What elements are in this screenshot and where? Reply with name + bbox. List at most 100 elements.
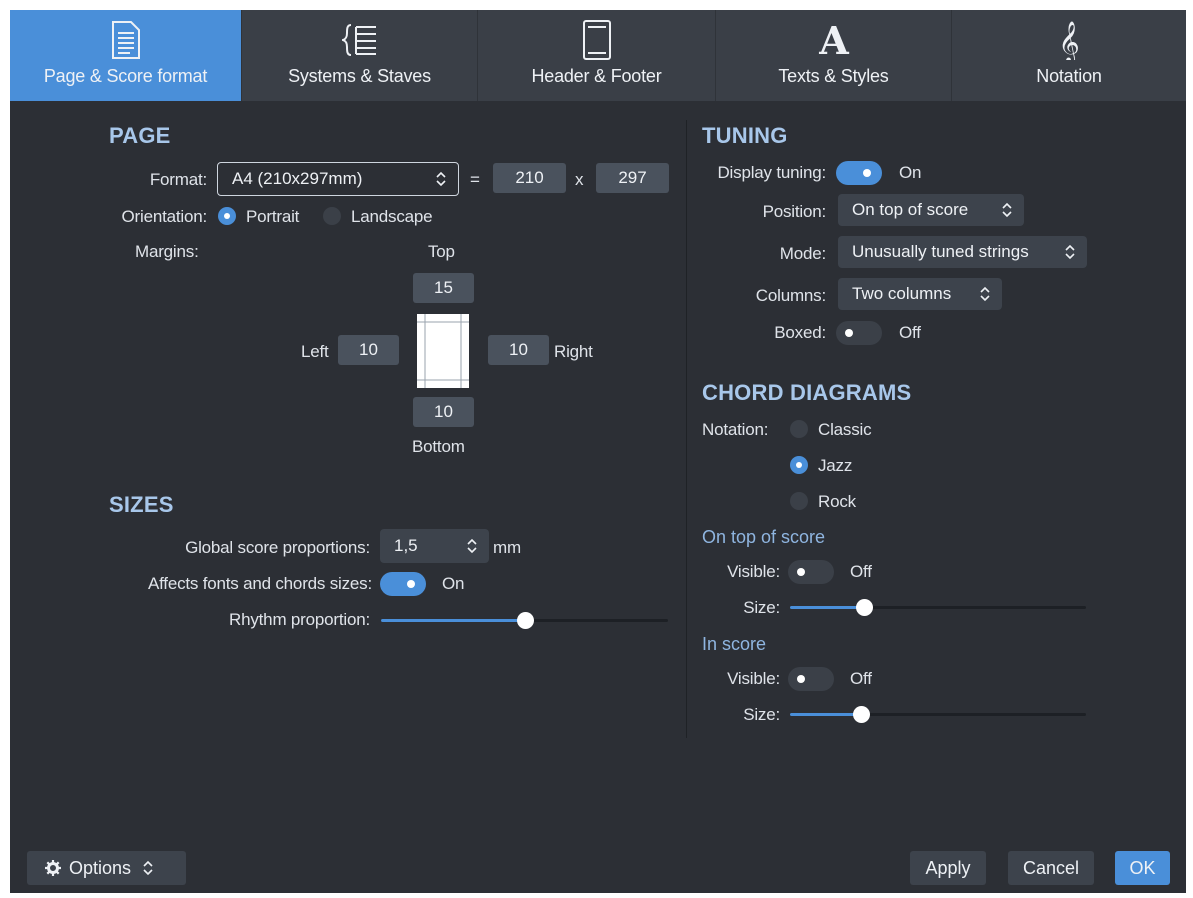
cancel-button[interactable]: Cancel (1008, 851, 1094, 885)
in-score-visible-state: Off (850, 669, 872, 688)
global-proportions-stepper[interactable]: 1,5 (380, 529, 489, 563)
in-score-visible-toggle[interactable] (788, 667, 834, 691)
page-icon (106, 20, 146, 60)
global-proportions-label: Global score proportions: (185, 538, 370, 557)
chevron-updown-icon (1002, 202, 1012, 218)
margin-left-field[interactable]: 10 (338, 335, 399, 365)
header-footer-icon (577, 20, 617, 60)
margin-top-label: Top (428, 242, 455, 261)
margin-right-field[interactable]: 10 (488, 335, 549, 365)
affects-fonts-label: Affects fonts and chords sizes: (147, 574, 372, 593)
tab-label: Page & Score format (43, 66, 208, 86)
display-tuning-toggle[interactable] (836, 161, 882, 185)
tab-notation[interactable]: 𝄞 Notation (952, 10, 1186, 101)
notation-label: Notation: (702, 420, 769, 439)
tab-header-footer[interactable]: Header & Footer (478, 10, 716, 101)
format-select[interactable]: A4 (210x297mm) (217, 162, 459, 196)
affects-fonts-toggle[interactable] (380, 572, 426, 596)
format-value: A4 (210x297mm) (232, 169, 363, 188)
boxed-toggle[interactable] (836, 321, 882, 345)
in-score-visible-label: Visible: (727, 669, 780, 688)
global-proportions-value: 1,5 (394, 536, 418, 555)
chevron-updown-icon (143, 860, 153, 876)
on-top-size-label: Size: (743, 598, 780, 617)
text-a-icon: A (814, 20, 854, 60)
sizes-heading: SIZES (109, 492, 174, 517)
toggle-knob (407, 580, 415, 588)
chevron-updown-icon (436, 171, 446, 187)
boxed-label: Boxed: (774, 323, 826, 342)
mode-select[interactable]: Unusually tuned strings (838, 236, 1087, 268)
tab-label: Header & Footer (531, 66, 662, 86)
options-button[interactable]: Options (27, 851, 186, 885)
classic-label: Classic (818, 420, 872, 439)
display-tuning-state: On (899, 163, 922, 182)
rhythm-proportion-slider[interactable] (381, 612, 668, 629)
tab-page-score-format[interactable]: Page & Score format (10, 10, 242, 101)
slider-fill (381, 619, 525, 622)
treble-clef-icon: 𝄞 (1049, 20, 1089, 60)
boxed-state: Off (899, 323, 921, 342)
svg-text:𝄞: 𝄞 (1058, 21, 1079, 60)
rhythm-proportion-label: Rhythm proportion: (229, 610, 370, 629)
margin-top-field[interactable]: 15 (413, 273, 474, 303)
position-label: Position: (762, 202, 827, 221)
svg-text:A: A (818, 22, 849, 58)
in-score-size-label: Size: (743, 705, 780, 724)
options-label: Options (69, 857, 132, 878)
jazz-radio[interactable] (790, 456, 808, 474)
tab-texts-styles[interactable]: A Texts & Styles (716, 10, 952, 101)
gear-icon (45, 860, 61, 876)
in-score-size-slider[interactable] (790, 706, 1086, 723)
page-preview (417, 314, 469, 388)
apply-button[interactable]: Apply (910, 851, 986, 885)
margin-right-label: Right (554, 342, 593, 361)
margins-label: Margins: (135, 242, 199, 261)
on-top-size-slider[interactable] (790, 599, 1086, 616)
tuning-heading: TUNING (702, 123, 788, 148)
on-top-visible-state: Off (850, 562, 872, 581)
tab-label: Notation (1036, 66, 1102, 86)
slider-fill (790, 606, 864, 609)
columns-select[interactable]: Two columns (838, 278, 1002, 310)
portrait-radio[interactable] (218, 207, 236, 225)
on-top-visible-toggle[interactable] (788, 560, 834, 584)
toggle-knob (797, 568, 805, 576)
position-value: On top of score (852, 200, 969, 219)
margin-left-label: Left (301, 342, 329, 361)
page-height-field[interactable]: 297 (596, 163, 669, 193)
toggle-knob (863, 169, 871, 177)
margin-bottom-field[interactable]: 10 (413, 397, 474, 427)
times-sign: x (575, 170, 584, 189)
slider-thumb[interactable] (853, 706, 871, 723)
column-divider (686, 120, 687, 738)
equals-sign: = (470, 170, 480, 189)
rock-label: Rock (818, 492, 856, 511)
position-select[interactable]: On top of score (838, 194, 1024, 226)
score-settings-window: Page & Score format Systems & Staves Hea… (10, 10, 1186, 893)
chord-diagrams-heading: CHORD DIAGRAMS (702, 380, 912, 405)
mode-label: Mode: (779, 244, 826, 263)
tab-systems-staves[interactable]: Systems & Staves (242, 10, 478, 101)
display-tuning-label: Display tuning: (717, 163, 826, 182)
ok-button[interactable]: OK (1115, 851, 1170, 885)
on-top-visible-label: Visible: (727, 562, 780, 581)
mode-value: Unusually tuned strings (852, 242, 1029, 261)
toggle-knob (845, 329, 853, 337)
slider-thumb[interactable] (516, 612, 534, 629)
toggle-knob (797, 675, 805, 683)
slider-fill (790, 713, 862, 716)
slider-thumb[interactable] (856, 599, 873, 616)
page-width-field[interactable]: 210 (493, 163, 566, 193)
landscape-label: Landscape (351, 207, 433, 226)
classic-radio[interactable] (790, 420, 808, 438)
staves-icon (340, 20, 380, 60)
rock-radio[interactable] (790, 492, 808, 510)
jazz-label: Jazz (818, 456, 853, 475)
chevron-updown-icon (1065, 244, 1075, 260)
orientation-label: Orientation: (121, 207, 208, 226)
landscape-radio[interactable] (323, 207, 341, 225)
chevron-updown-icon (467, 538, 477, 554)
in-score-heading: In score (702, 634, 767, 654)
chevron-updown-icon (980, 286, 990, 302)
